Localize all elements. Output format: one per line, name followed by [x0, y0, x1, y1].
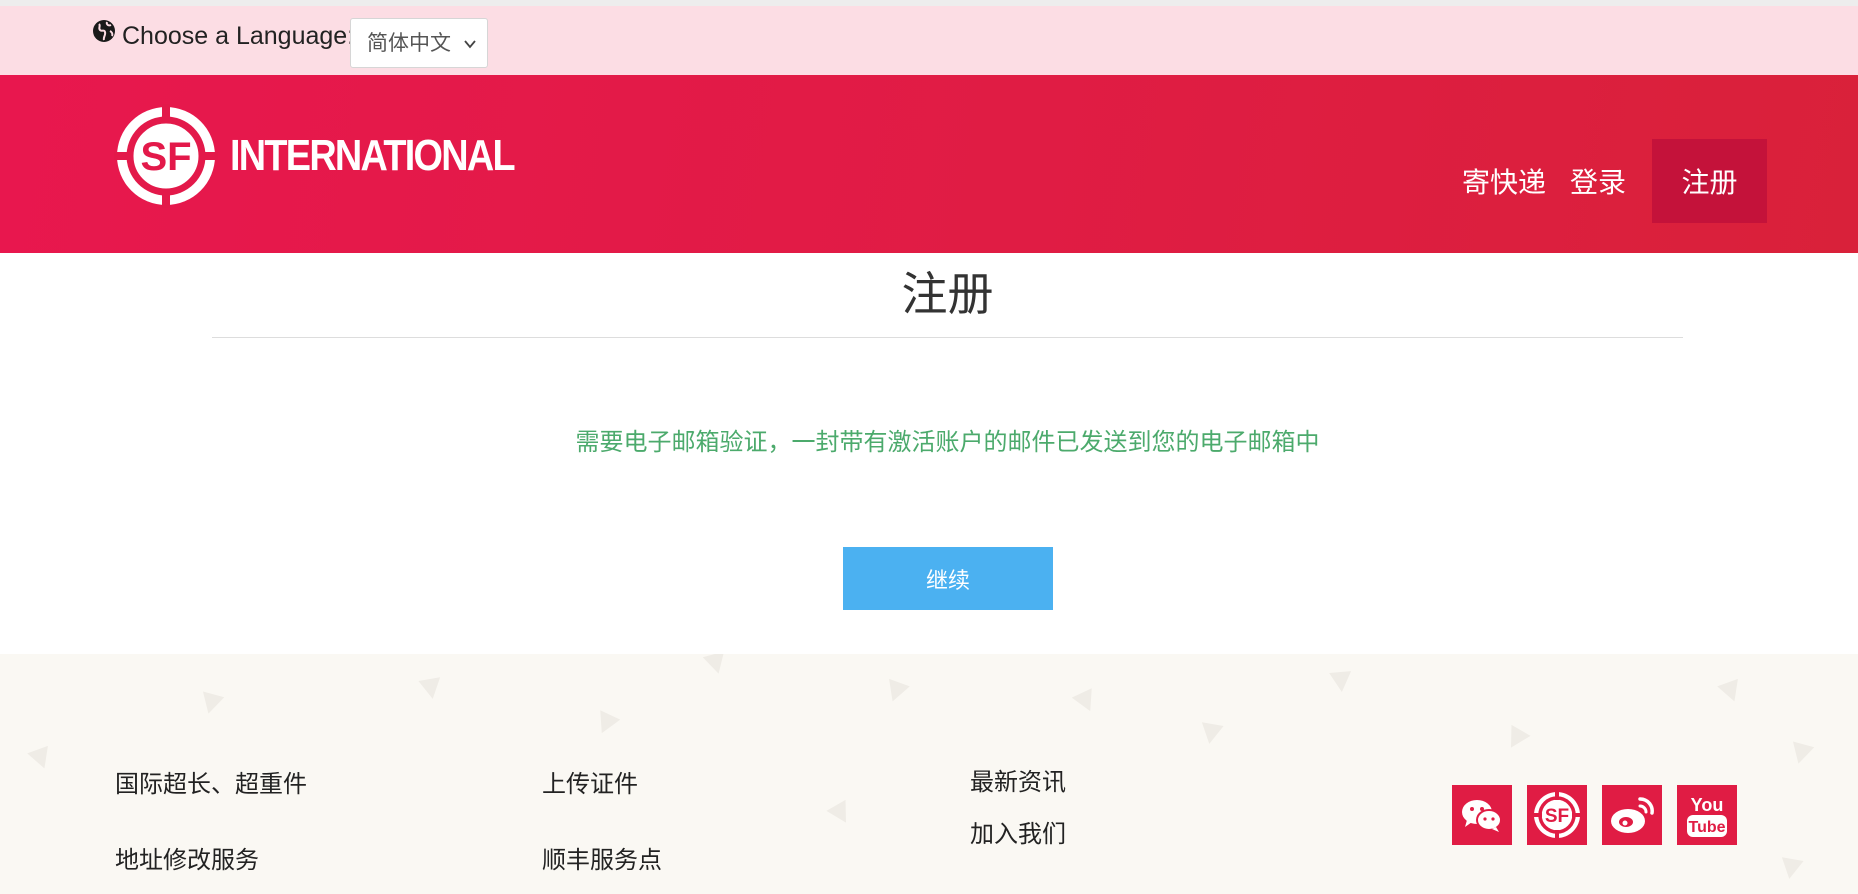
nav-register[interactable]: 注册 — [1652, 139, 1767, 223]
svg-text:Tube: Tube — [1688, 819, 1725, 836]
svg-text:SF: SF — [1545, 806, 1569, 827]
language-label-group: Choose a Language: — [92, 19, 355, 51]
weibo-icon — [1611, 797, 1654, 833]
footer-link-upload-id[interactable]: 上传证件 — [542, 764, 638, 799]
footer-pattern — [1717, 678, 1745, 706]
footer-pattern — [826, 799, 856, 829]
svg-text:SF: SF — [140, 135, 191, 179]
language-select[interactable]: 简体中文 — [350, 18, 488, 68]
footer-pattern — [702, 654, 730, 677]
language-label: Choose a Language: — [122, 22, 355, 50]
sf-logo-icon: SF — [114, 104, 218, 208]
main-nav: 寄快递 登录 注册 — [1462, 139, 1767, 223]
nav-login[interactable]: 登录 — [1570, 161, 1626, 201]
footer-pattern — [197, 691, 225, 717]
footer-link-news[interactable]: 最新资讯 — [970, 762, 1066, 797]
page-title: 注册 — [901, 267, 994, 321]
site-footer: 国际超长、超重件 地址修改服务 上传证件 顺丰服务点 最新资讯 加入我们 SF — [0, 654, 1858, 894]
footer-pattern — [418, 677, 444, 701]
social-weibo[interactable] — [1602, 785, 1662, 845]
social-wechat[interactable] — [1452, 785, 1512, 845]
footer-link-address-change[interactable]: 地址修改服务 — [115, 840, 259, 875]
nav-ship[interactable]: 寄快递 — [1462, 161, 1546, 201]
language-bar: Choose a Language: 简体中文 — [0, 0, 1858, 75]
sf-international-logo[interactable]: SF INTERNATIONAL — [114, 104, 560, 208]
social-youtube[interactable]: You Tube — [1677, 785, 1737, 845]
title-divider — [212, 337, 1683, 338]
footer-link-join-us[interactable]: 加入我们 — [970, 814, 1066, 849]
language-selected-value: 简体中文 — [367, 31, 451, 55]
footer-pattern — [1329, 671, 1353, 693]
footer-link-oversize[interactable]: 国际超长、超重件 — [115, 764, 307, 799]
wechat-icon — [1462, 800, 1502, 832]
footer-pattern — [1787, 741, 1815, 767]
globe-icon — [93, 19, 115, 42]
footer-pattern — [1778, 857, 1804, 881]
footer-pattern — [591, 710, 621, 738]
logo-text: INTERNATIONAL — [230, 131, 516, 180]
footer-pattern — [27, 745, 55, 773]
social-sf[interactable]: SF — [1527, 785, 1587, 845]
site-header: SF INTERNATIONAL 寄快递 登录 注册 — [0, 75, 1858, 253]
footer-link-service-points[interactable]: 顺丰服务点 — [542, 840, 662, 875]
footer-pattern — [882, 678, 910, 706]
verification-notice: 需要电子邮箱验证，一封带有激活账户的邮件已发送到您的电子邮箱中 — [575, 428, 1320, 456]
youtube-icon: You Tube — [1687, 795, 1727, 837]
svg-text:You: You — [1691, 795, 1724, 815]
footer-pattern — [1198, 722, 1224, 746]
chevron-down-icon — [464, 40, 476, 49]
continue-button[interactable]: 继续 — [843, 547, 1053, 610]
footer-pattern — [1501, 724, 1531, 754]
footer-pattern — [1071, 688, 1101, 716]
sf-icon: SF — [1533, 791, 1581, 839]
